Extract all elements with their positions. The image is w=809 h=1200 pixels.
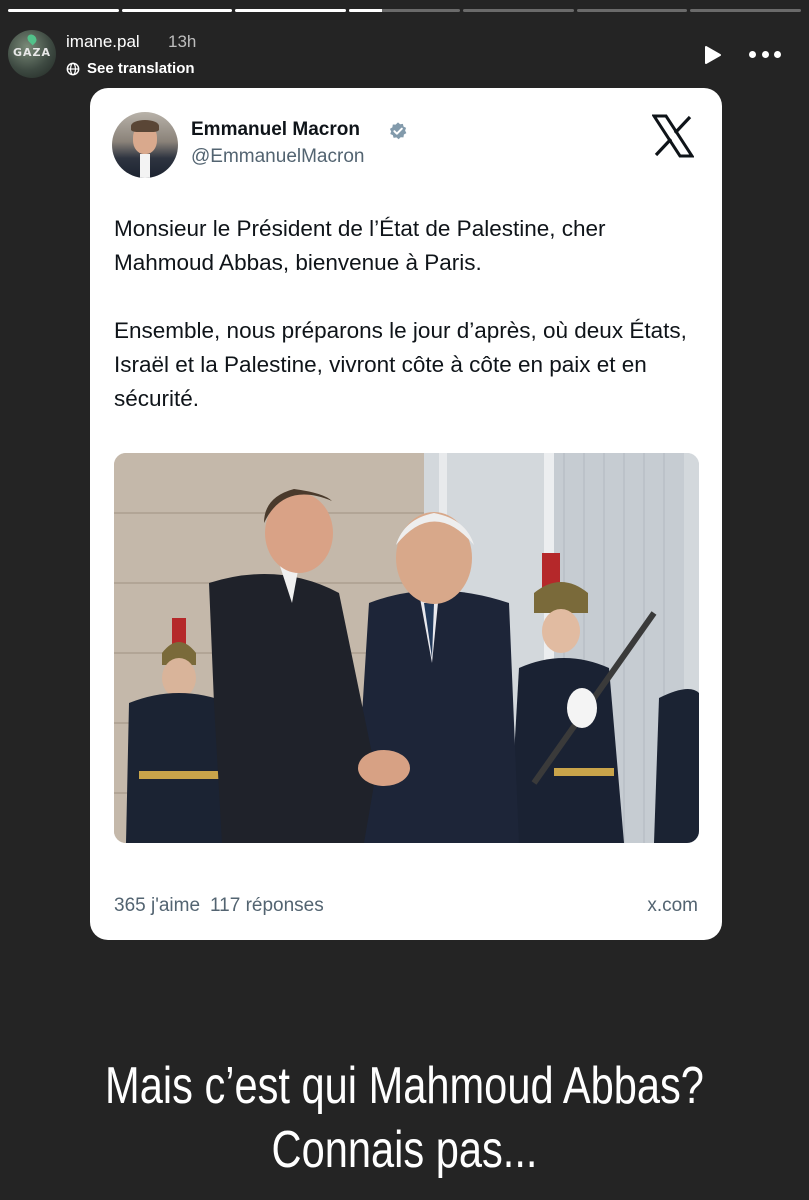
story-header: GAZA imane.pal 13h See translation: [8, 30, 801, 82]
play-icon[interactable]: [701, 44, 723, 66]
replies-count[interactable]: 117 réponses: [210, 895, 324, 917]
tweet-stats: 365 j'aime 117 réponses: [114, 895, 324, 917]
user-avatar[interactable]: GAZA: [8, 30, 56, 78]
source-domain[interactable]: x.com: [647, 895, 698, 917]
story-progress: [8, 9, 802, 12]
x-logo-icon: [652, 114, 694, 158]
translate-icon: [66, 62, 80, 75]
author-name[interactable]: Emmanuel Macron: [191, 119, 360, 141]
progress-segment: [121, 9, 233, 12]
likes-count[interactable]: 365 j'aime: [114, 895, 200, 917]
tweet-paragraph: Ensemble, nous préparons le jour d’après…: [114, 318, 687, 411]
progress-segment: [462, 9, 574, 12]
location-pin-icon: [25, 32, 39, 46]
tweet-photo[interactable]: [114, 453, 699, 843]
caption-line-1: Mais c’est qui Mahmoud Abbas?: [105, 1057, 704, 1115]
progress-segment: [8, 9, 119, 12]
avatar-text: GAZA: [12, 46, 52, 59]
progress-segment: [690, 9, 802, 12]
author-avatar[interactable]: [112, 112, 178, 178]
caption-line-2: Connais pas...: [271, 1121, 538, 1179]
author-handle[interactable]: @EmmanuelMacron: [191, 146, 364, 168]
progress-segment: [349, 9, 460, 12]
tweet-text: Monsieur le Président de l’État de Pales…: [114, 212, 699, 416]
tweet-card: Emmanuel Macron @EmmanuelMacron Monsieur…: [90, 88, 722, 940]
username[interactable]: imane.pal: [66, 32, 140, 52]
verified-badge-icon: [389, 122, 407, 140]
story-caption: Mais c’est qui Mahmoud Abbas? Connais pa…: [81, 1054, 728, 1182]
see-translation-button[interactable]: See translation: [66, 60, 195, 77]
more-icon[interactable]: [749, 48, 781, 60]
progress-segment: [576, 9, 688, 12]
tweet-paragraph: Monsieur le Président de l’État de Pales…: [114, 216, 606, 275]
post-time: 13h: [168, 32, 197, 51]
progress-segment: [235, 9, 347, 12]
photo-illustration: [114, 453, 699, 843]
see-translation-label: See translation: [87, 60, 195, 77]
